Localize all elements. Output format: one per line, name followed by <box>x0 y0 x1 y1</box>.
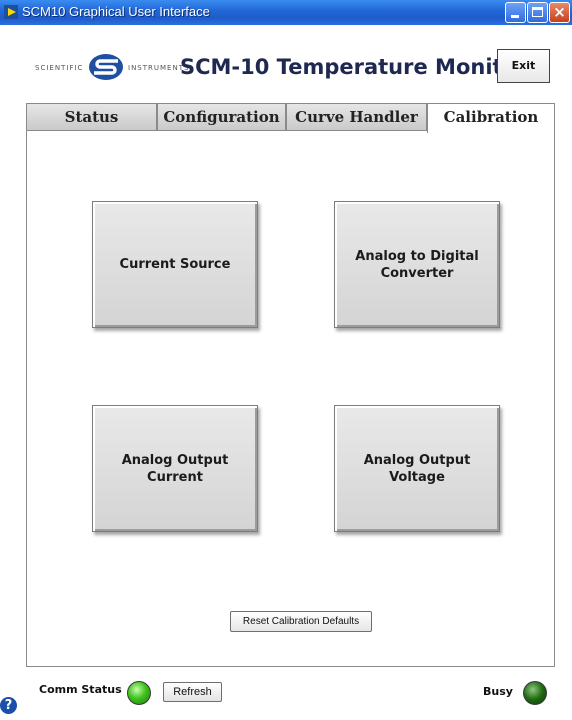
labview-icon <box>4 5 18 19</box>
comm-status-label: Comm Status <box>39 683 122 696</box>
tab-status[interactable]: Status <box>26 103 157 131</box>
adc-button[interactable]: Analog to Digital Converter <box>334 201 500 328</box>
current-source-label: Current Source <box>119 257 231 272</box>
window-title: SCM10 Graphical User Interface <box>22 4 210 19</box>
busy-led <box>523 681 547 705</box>
help-icon[interactable]: ? <box>0 697 17 714</box>
refresh-button[interactable]: Refresh <box>163 682 222 702</box>
tab-calibration[interactable]: Calibration <box>427 103 555 133</box>
close-button[interactable]: × <box>549 2 570 23</box>
minimize-button[interactable] <box>505 2 526 23</box>
close-icon: × <box>553 3 566 21</box>
window-title-bar: SCM10 Graphical User Interface × <box>0 0 572 25</box>
reset-calibration-defaults-button[interactable]: Reset Calibration Defaults <box>230 611 372 632</box>
analog-output-current-label: Analog Output Current <box>121 452 229 485</box>
analog-output-current-button[interactable]: Analog Output Current <box>92 405 258 532</box>
minimize-icon <box>511 15 519 18</box>
exit-button[interactable]: Exit <box>497 49 550 83</box>
brand-text-scientific: SCIENTIFIC <box>35 64 84 72</box>
maximize-icon <box>532 7 543 17</box>
scientific-instruments-logo <box>89 54 123 80</box>
tab-configuration[interactable]: Configuration <box>157 103 286 131</box>
adc-label: Analog to Digital Converter <box>355 248 479 281</box>
app-title: SCM-10 Temperature Monitor <box>180 55 528 79</box>
comm-status-led <box>127 681 151 705</box>
brand-logo: SCIENTIFIC INSTRUMENTS <box>35 50 195 86</box>
tab-curve-handler[interactable]: Curve Handler <box>286 103 427 131</box>
analog-output-voltage-button[interactable]: Analog Output Voltage <box>334 405 500 532</box>
maximize-button[interactable] <box>527 2 548 23</box>
current-source-button[interactable]: Current Source <box>92 201 258 328</box>
analog-output-voltage-label: Analog Output Voltage <box>363 452 471 485</box>
busy-label: Busy <box>483 685 513 698</box>
